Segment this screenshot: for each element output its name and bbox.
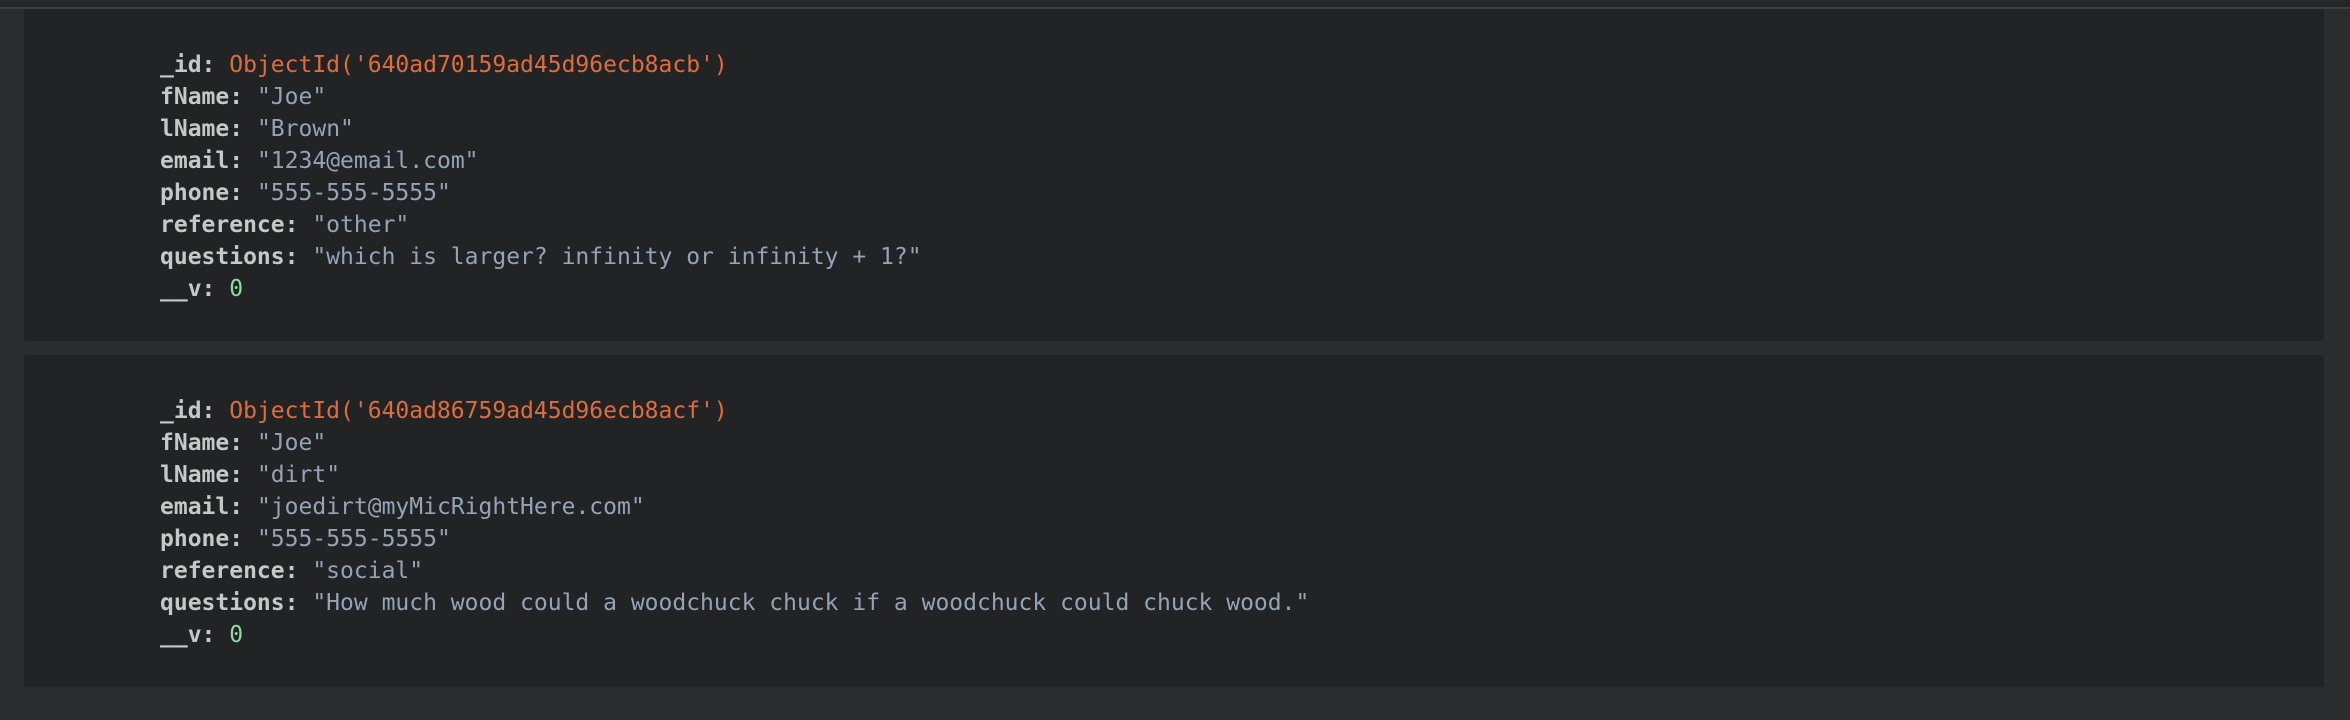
field-value[interactable]: "which is larger? infinity or infinity +… — [312, 244, 921, 270]
field-key: lName — [160, 116, 230, 142]
field-value[interactable]: "Joe" — [257, 430, 326, 456]
document-fields: _id: ObjectId('640ad86759ad45d96ecb8acf'… — [160, 395, 1309, 651]
field-value[interactable]: 0 — [229, 276, 243, 302]
field-value[interactable]: ObjectId('640ad70159ad45d96ecb8acb') — [229, 52, 728, 78]
field-value[interactable]: "social" — [312, 558, 423, 584]
field-key: questions — [160, 590, 285, 616]
field-key: phone — [160, 180, 230, 206]
field-fname: fName: "Joe" — [160, 430, 327, 456]
field-id: _id: ObjectId('640ad86759ad45d96ecb8acf'… — [160, 398, 728, 424]
field-key: _id — [160, 398, 202, 424]
field-lname: lName: "dirt" — [160, 462, 341, 488]
field-key: fName — [160, 430, 230, 456]
field-key: _id — [160, 52, 202, 78]
field-questions: questions: "which is larger? infinity or… — [160, 244, 922, 270]
field-key: __v — [160, 622, 202, 648]
field-key: reference — [160, 558, 285, 584]
field-phone: phone: "555-555-5555" — [160, 526, 451, 552]
field-value[interactable]: "other" — [312, 212, 409, 238]
field-fname: fName: "Joe" — [160, 84, 327, 110]
field-value[interactable]: "555-555-5555" — [257, 180, 451, 206]
document-card[interactable]: _id: ObjectId('640ad70159ad45d96ecb8acb'… — [24, 9, 2324, 341]
field-reference: reference: "other" — [160, 212, 410, 238]
document-fields: _id: ObjectId('640ad70159ad45d96ecb8acb'… — [160, 49, 922, 305]
field-email: email: "1234@email.com" — [160, 148, 479, 174]
field-value[interactable]: "555-555-5555" — [257, 526, 451, 552]
field-version: __v: 0 — [160, 622, 244, 648]
field-reference: reference: "social" — [160, 558, 424, 584]
document-card[interactable]: _id: ObjectId('640ad86759ad45d96ecb8acf'… — [24, 355, 2324, 687]
field-questions: questions: "How much wood could a woodch… — [160, 590, 1310, 616]
field-version: __v: 0 — [160, 276, 244, 302]
field-lname: lName: "Brown" — [160, 116, 354, 142]
field-key: reference — [160, 212, 285, 238]
field-value[interactable]: "How much wood could a woodchuck chuck i… — [312, 590, 1309, 616]
field-key: questions — [160, 244, 285, 270]
field-key: fName — [160, 84, 230, 110]
field-key: phone — [160, 526, 230, 552]
field-email: email: "joedirt@myMicRightHere.com" — [160, 494, 645, 520]
field-value[interactable]: "Brown" — [257, 116, 354, 142]
top-divider — [0, 0, 2350, 9]
field-value[interactable]: "joedirt@myMicRightHere.com" — [257, 494, 645, 520]
field-value[interactable]: "dirt" — [257, 462, 340, 488]
field-phone: phone: "555-555-5555" — [160, 180, 451, 206]
field-value[interactable]: "Joe" — [257, 84, 326, 110]
field-value[interactable]: "1234@email.com" — [257, 148, 479, 174]
field-key: __v — [160, 276, 202, 302]
field-key: email — [160, 494, 230, 520]
field-value[interactable]: ObjectId('640ad86759ad45d96ecb8acf') — [229, 398, 728, 424]
field-value[interactable]: 0 — [229, 622, 243, 648]
field-key: email — [160, 148, 230, 174]
field-id: _id: ObjectId('640ad70159ad45d96ecb8acb'… — [160, 52, 728, 78]
field-key: lName — [160, 462, 230, 488]
